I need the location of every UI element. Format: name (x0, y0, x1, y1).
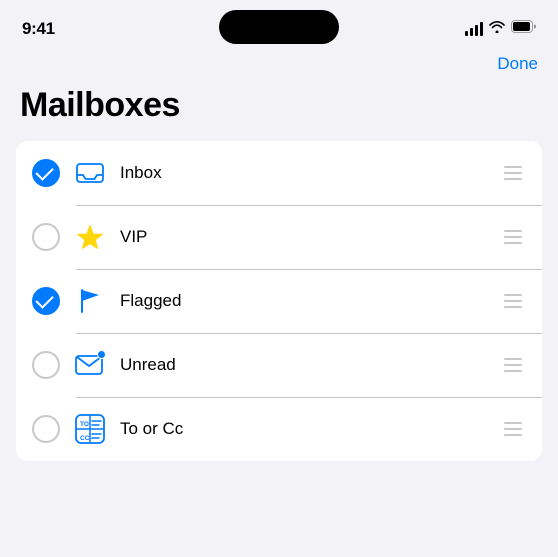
flagged-label: Flagged (120, 291, 500, 311)
unread-label: Unread (120, 355, 500, 375)
status-icons (465, 20, 536, 38)
wifi-icon (489, 20, 505, 38)
drag-handle-unread[interactable] (500, 354, 526, 376)
drag-handle-vip[interactable] (500, 226, 526, 248)
inbox-label: Inbox (120, 163, 500, 183)
page-title: Mailboxes (0, 82, 558, 141)
svg-text:CC: CC (80, 435, 90, 442)
check-circle-tocc[interactable] (32, 415, 60, 443)
flag-icon (72, 283, 108, 319)
check-circle-inbox[interactable] (32, 159, 60, 187)
tocc-label: To or Cc (120, 419, 500, 439)
status-time: 9:41 (22, 19, 55, 39)
battery-icon (511, 20, 536, 38)
check-circle-flagged[interactable] (32, 287, 60, 315)
list-item[interactable]: VIP (16, 205, 542, 269)
mailbox-list: Inbox VIP Flagged (16, 141, 542, 461)
unread-icon (72, 347, 108, 383)
drag-handle-inbox[interactable] (500, 162, 526, 184)
unread-dot (97, 350, 106, 359)
check-circle-vip[interactable] (32, 223, 60, 251)
inbox-icon (72, 155, 108, 191)
signal-icon (465, 22, 483, 36)
dynamic-island (219, 10, 339, 44)
vip-label: VIP (120, 227, 500, 247)
status-bar: 9:41 (0, 0, 558, 50)
list-item[interactable]: Inbox (16, 141, 542, 205)
list-item[interactable]: Unread (16, 333, 542, 397)
drag-handle-tocc[interactable] (500, 418, 526, 440)
nav-bar: Done (0, 50, 558, 82)
check-circle-unread[interactable] (32, 351, 60, 379)
drag-handle-flagged[interactable] (500, 290, 526, 312)
done-button[interactable]: Done (497, 54, 538, 74)
tocc-icon: TO CC (72, 411, 108, 447)
svg-text:TO: TO (80, 421, 89, 428)
list-item[interactable]: Flagged (16, 269, 542, 333)
list-item[interactable]: TO CC To or Cc (16, 397, 542, 461)
star-icon (72, 219, 108, 255)
